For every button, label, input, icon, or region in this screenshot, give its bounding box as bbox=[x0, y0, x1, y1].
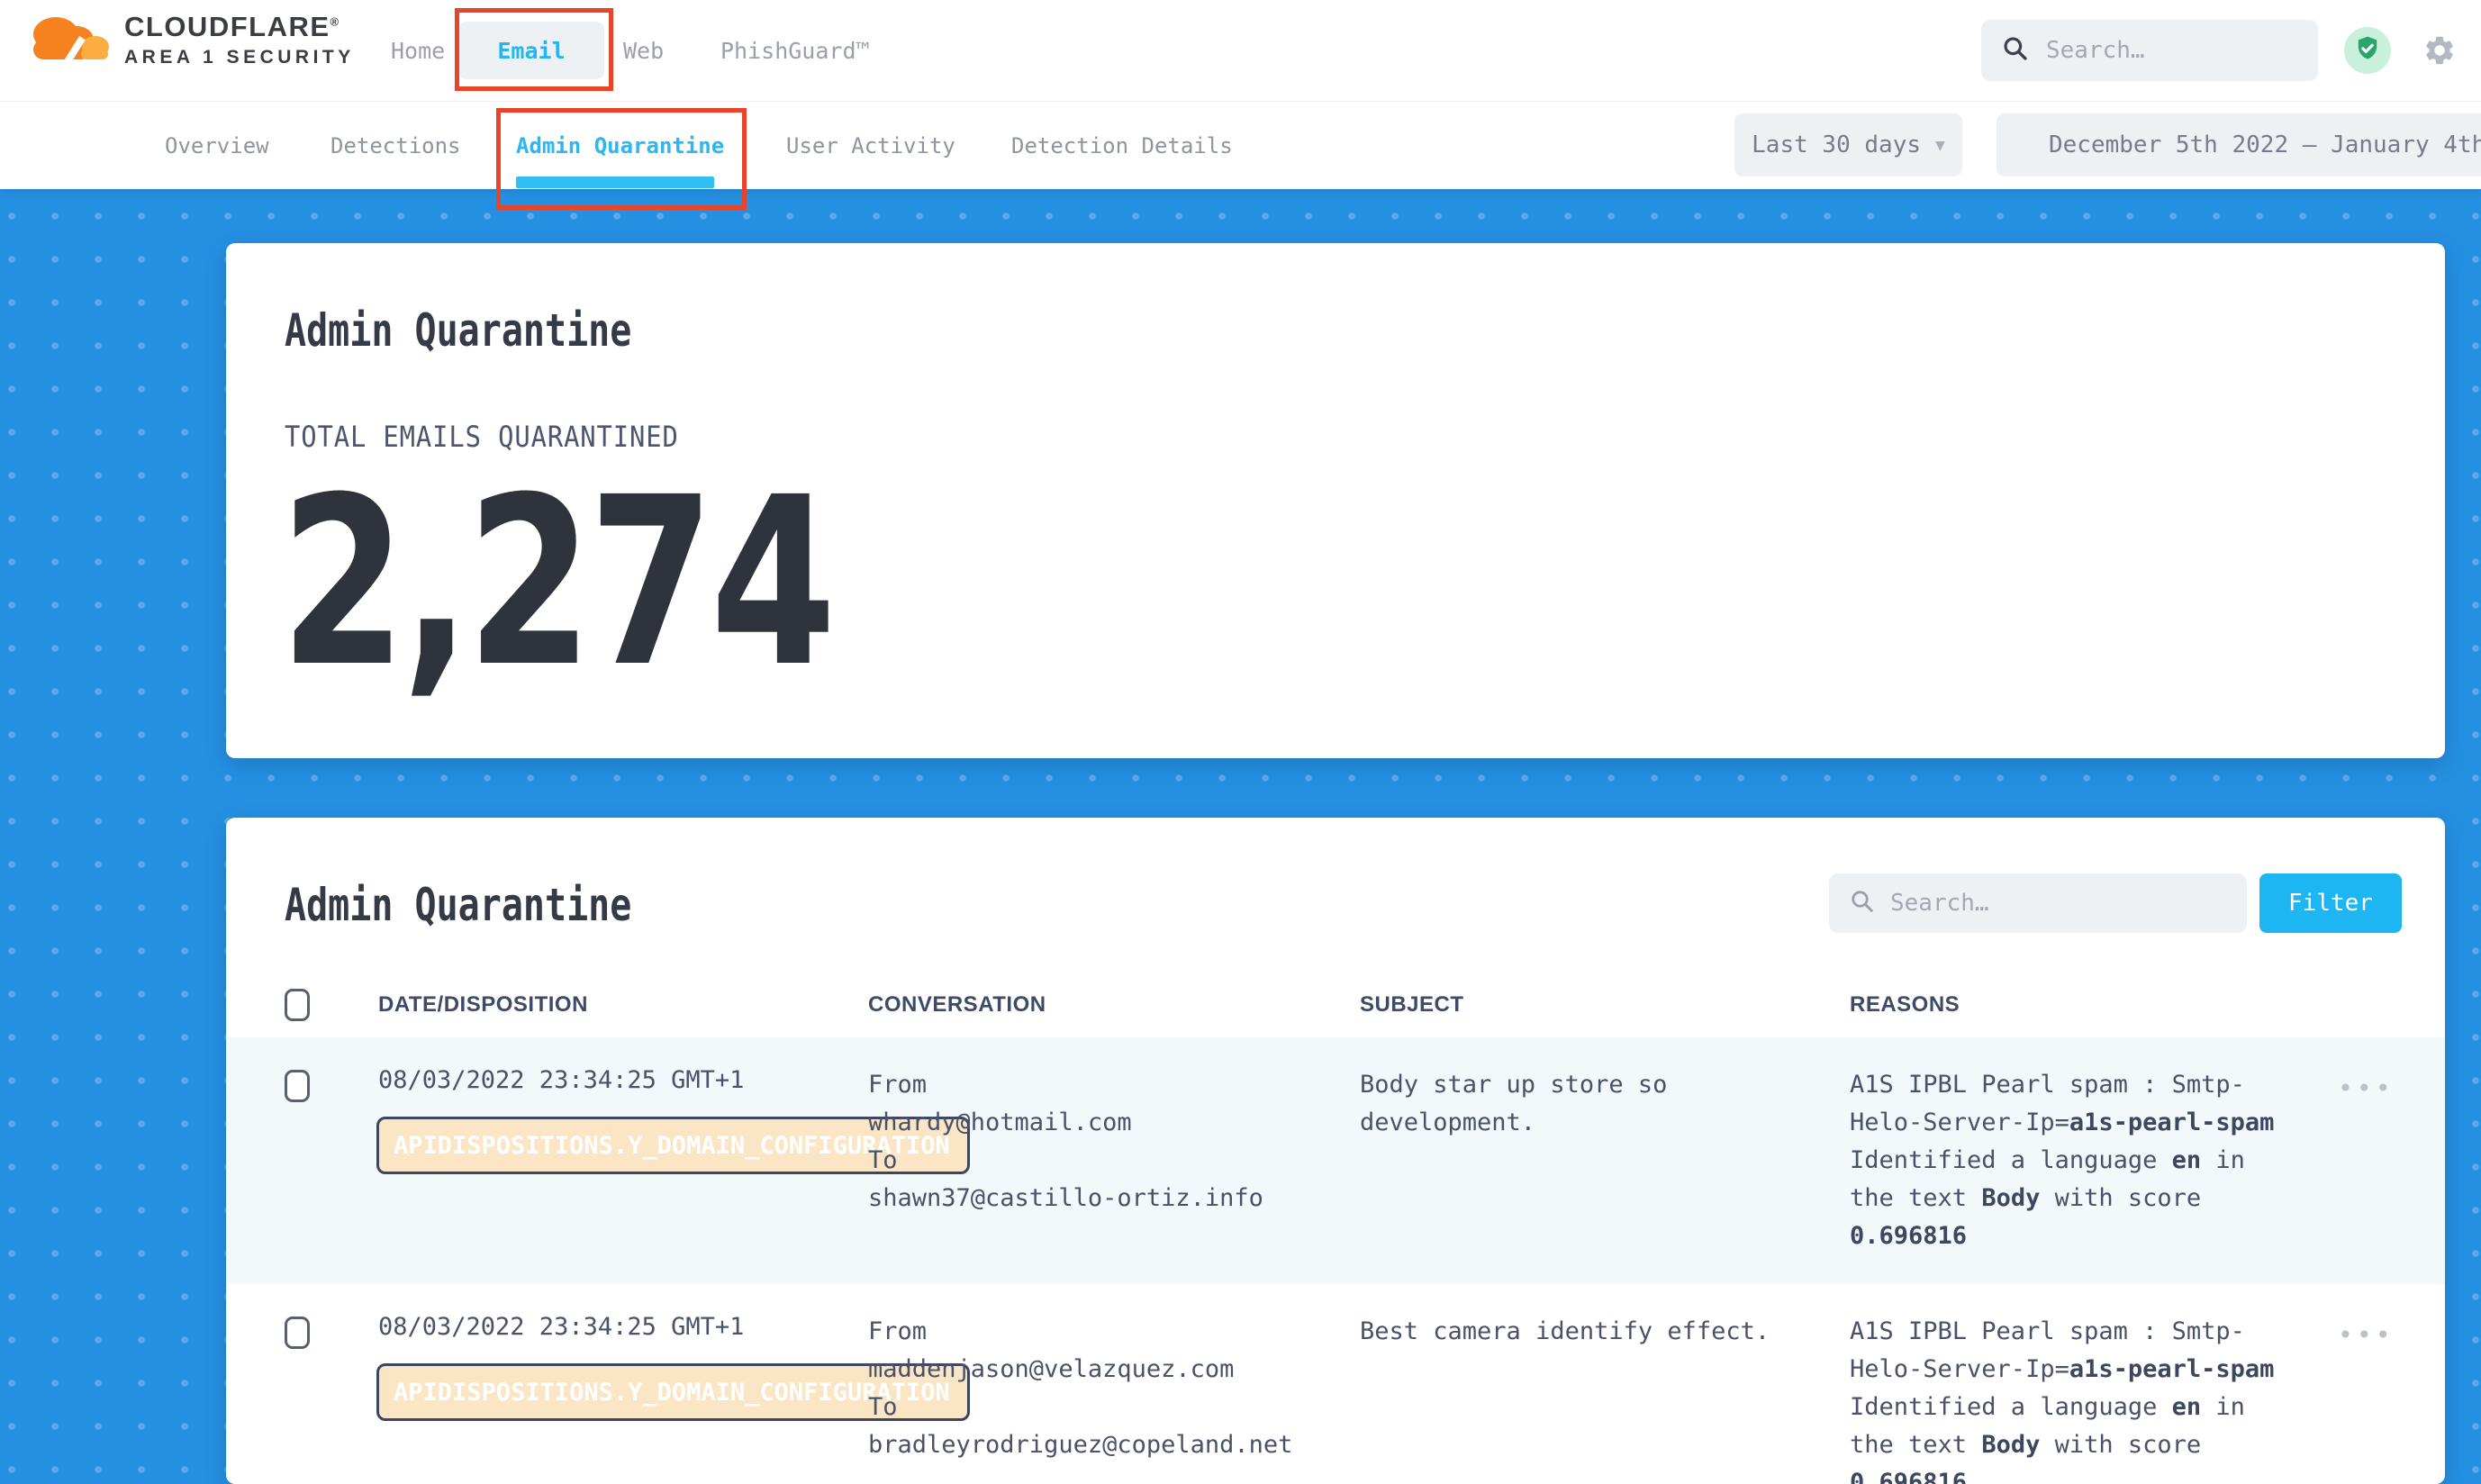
filter-button[interactable]: Filter bbox=[2259, 873, 2402, 933]
from-address[interactable]: whardy@hotmail.com bbox=[868, 1104, 1336, 1142]
table-row: 08/03/2022 23:34:25 GMT+1 APIDISPOSITION… bbox=[226, 1037, 2445, 1284]
topnav-web[interactable]: Web bbox=[623, 0, 664, 102]
topnav-email[interactable]: Email bbox=[458, 22, 604, 79]
date-range-display[interactable]: December 5th 2022 — January 4th 2023 bbox=[1997, 113, 2481, 176]
select-all-checkbox[interactable] bbox=[285, 989, 310, 1021]
global-search-placeholder: Search… bbox=[2046, 37, 2145, 64]
row-reasons: A1S IPBL Pearl spam : Smtp-Helo-Server-I… bbox=[1850, 1066, 2282, 1255]
quarantine-table-card: Admin Quarantine Search… Filter DATE/DIS… bbox=[226, 818, 2445, 1484]
date-range-dropdown-label: Last 30 days bbox=[1752, 131, 1921, 158]
registered-mark: ® bbox=[330, 15, 340, 29]
date-range-text: December 5th 2022 — January 4th 2023 bbox=[2049, 131, 2481, 158]
protection-status-badge[interactable] bbox=[2344, 27, 2391, 74]
row-actions-menu-icon[interactable]: ••• bbox=[2338, 1320, 2395, 1350]
global-search-input[interactable]: Search… bbox=[1981, 20, 2318, 81]
from-address[interactable]: maddenjason@velazquez.com bbox=[868, 1351, 1336, 1389]
topnav-phishguard[interactable]: PhishGuard™ bbox=[720, 0, 870, 102]
shield-check-icon bbox=[2352, 33, 2383, 68]
row-subject[interactable]: Body star up store so development. bbox=[1360, 1066, 1788, 1142]
tab-overview[interactable]: Overview bbox=[165, 102, 269, 189]
row-date: 08/03/2022 23:34:25 GMT+1 bbox=[378, 1313, 744, 1341]
search-icon bbox=[1849, 888, 1876, 918]
from-label: From bbox=[868, 1066, 1336, 1104]
row-actions-menu-icon[interactable]: ••• bbox=[2338, 1073, 2395, 1103]
logo-text: CLOUDFLARE® AREA 1 SECURITY bbox=[124, 11, 355, 68]
to-label: To bbox=[868, 1389, 1336, 1426]
row-checkbox[interactable] bbox=[285, 1070, 310, 1102]
summary-card: Admin Quarantine TOTAL EMAILS QUARANTINE… bbox=[226, 243, 2445, 758]
row-subject[interactable]: Best camera identify effect. bbox=[1360, 1313, 1788, 1351]
table-search-placeholder: Search… bbox=[1890, 890, 1989, 917]
topnav-home[interactable]: Home bbox=[391, 0, 445, 102]
brand-subtitle: AREA 1 SECURITY bbox=[124, 47, 355, 68]
column-header-subject: SUBJECT bbox=[1360, 992, 1464, 1018]
table-row: 08/03/2022 23:34:25 GMT+1 APIDISPOSITION… bbox=[226, 1284, 2445, 1484]
disposition-badge-label: APIDISPOSITIONS.Y_DOMAIN_CONFIGURATION bbox=[394, 1379, 950, 1407]
row-conversation: From maddenjason@velazquez.com To bradle… bbox=[868, 1313, 1336, 1464]
column-header-date-disposition: DATE/DISPOSITION bbox=[378, 992, 588, 1018]
summary-card-heading: Admin Quarantine bbox=[285, 304, 631, 357]
table-card-title: Admin Quarantine bbox=[285, 879, 631, 931]
tab-detection-details[interactable]: Detection Details bbox=[1011, 102, 1233, 189]
search-icon bbox=[2001, 34, 2030, 67]
date-range-dropdown[interactable]: Last 30 days ▼ bbox=[1734, 113, 1962, 176]
to-address[interactable]: shawn37@castillo-ortiz.info bbox=[868, 1180, 1336, 1217]
row-date: 08/03/2022 23:34:25 GMT+1 bbox=[378, 1066, 744, 1094]
row-reasons: A1S IPBL Pearl spam : Smtp-Helo-Server-I… bbox=[1850, 1313, 2282, 1484]
top-header: CLOUDFLARE® AREA 1 SECURITY Home Email W… bbox=[0, 0, 2481, 102]
row-conversation: From whardy@hotmail.com To shawn37@casti… bbox=[868, 1066, 1336, 1217]
row-checkbox[interactable] bbox=[285, 1317, 310, 1349]
email-sub-nav: Overview Detections Admin Quarantine Use… bbox=[0, 102, 2481, 189]
table-search-input[interactable]: Search… bbox=[1829, 873, 2247, 933]
tab-user-activity[interactable]: User Activity bbox=[786, 102, 955, 189]
tab-detections[interactable]: Detections bbox=[330, 102, 461, 189]
to-address[interactable]: bradleyrodriguez@copeland.net bbox=[868, 1426, 1336, 1464]
metric-value: 2,274 bbox=[280, 484, 832, 681]
settings-gear-icon[interactable] bbox=[2422, 33, 2457, 68]
column-header-reasons: REASONS bbox=[1850, 992, 1960, 1018]
active-tab-underline bbox=[516, 176, 714, 188]
cloudflare-logo: CLOUDFLARE® AREA 1 SECURITY bbox=[25, 9, 355, 70]
disposition-badge-label: APIDISPOSITIONS.Y_DOMAIN_CONFIGURATION bbox=[394, 1132, 950, 1160]
to-label: To bbox=[868, 1142, 1336, 1180]
column-header-conversation: CONVERSATION bbox=[868, 992, 1046, 1018]
chevron-down-icon: ▼ bbox=[1935, 136, 1945, 155]
brand-name: CLOUDFLARE bbox=[124, 11, 330, 42]
from-label: From bbox=[868, 1313, 1336, 1351]
cloudflare-cloud-icon bbox=[25, 9, 112, 70]
app-window: CLOUDFLARE® AREA 1 SECURITY Home Email W… bbox=[0, 0, 2481, 1484]
